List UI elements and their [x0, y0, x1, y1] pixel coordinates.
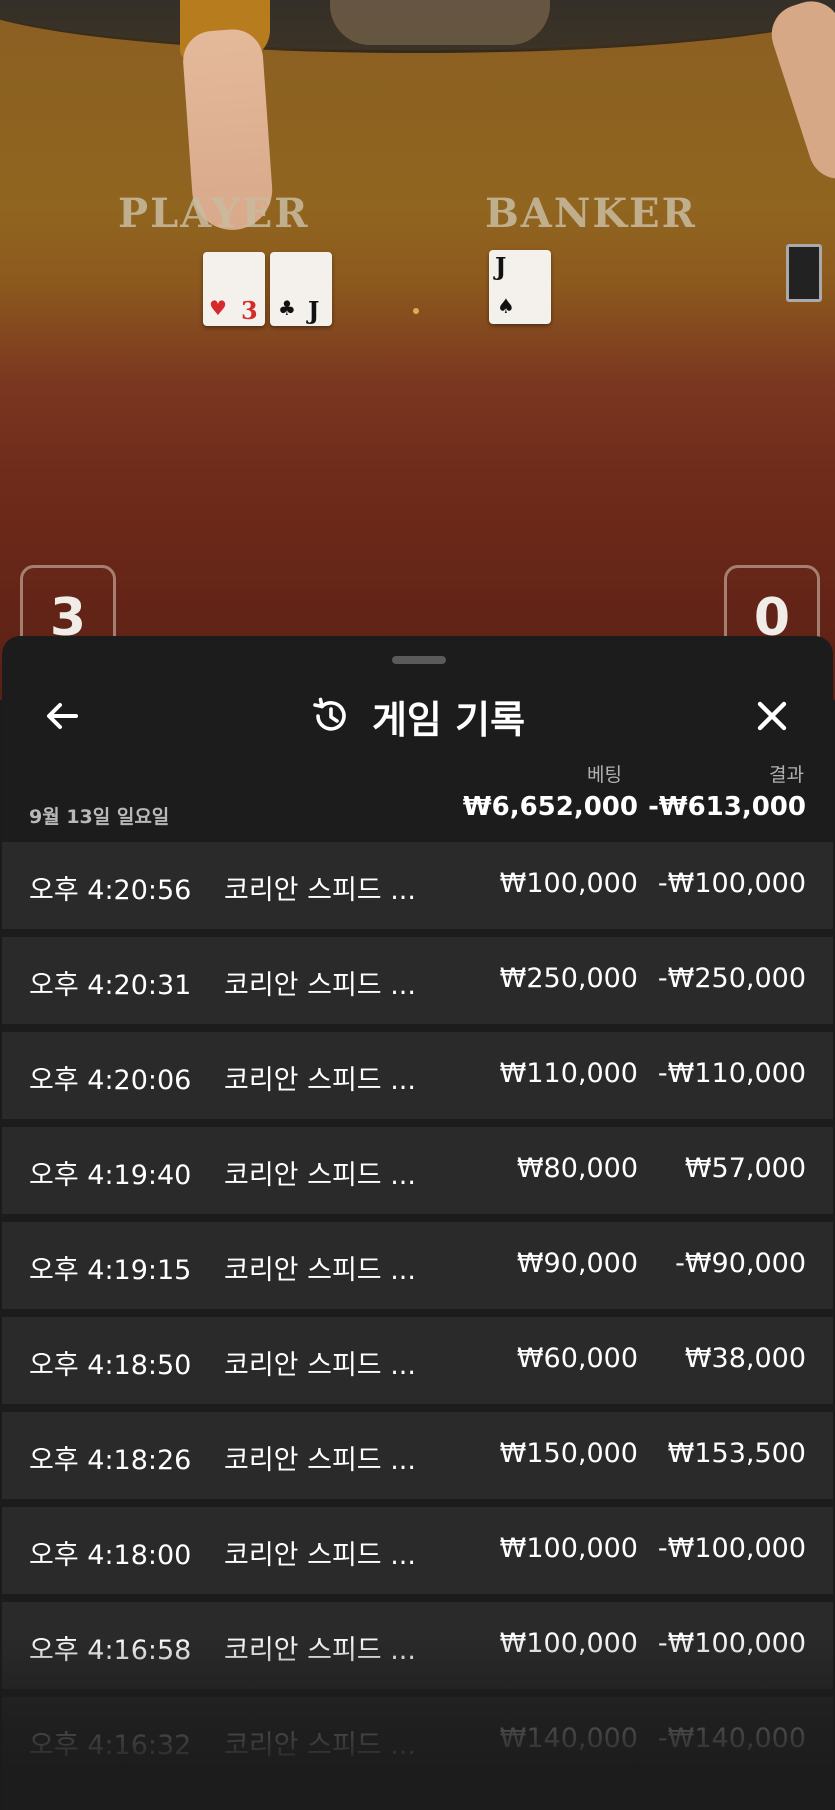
- row-game: 코리안 스피드 ...: [224, 1540, 416, 1571]
- row-result: -₩90,000: [675, 1248, 806, 1279]
- club-suit-icon: ♣: [278, 296, 296, 320]
- row-time: 오후 4:18:26: [29, 1445, 192, 1476]
- row-bet: ₩110,000: [499, 1058, 638, 1089]
- banker-card-1: J ♠: [489, 250, 551, 324]
- history-row[interactable]: 오후 4:19:40 코리안 스피드 ... ₩80,000 ₩57,000: [2, 1127, 833, 1214]
- row-result: -₩140,000: [657, 1723, 806, 1754]
- history-list: 오후 4:20:56 코리안 스피드 ... ₩100,000 -₩100,00…: [2, 842, 833, 1792]
- table-marker: [413, 308, 419, 314]
- history-row[interactable]: 오후 4:18:00 코리안 스피드 ... ₩100,000 -₩100,00…: [2, 1507, 833, 1594]
- live-table-view: PLAYER BANKER 3 ♥ J ♣ J ♠ 3 0: [0, 0, 835, 700]
- history-row[interactable]: 오후 4:16:32 코리안 스피드 ... ₩140,000 -₩140,00…: [2, 1697, 833, 1784]
- row-result: ₩57,000: [684, 1153, 806, 1184]
- history-row[interactable]: 오후 4:20:56 코리안 스피드 ... ₩100,000 -₩100,00…: [2, 842, 833, 929]
- row-game: 코리안 스피드 ...: [224, 1350, 416, 1381]
- row-game: 코리안 스피드 ...: [224, 1445, 416, 1476]
- player-card-2: J ♣: [270, 252, 332, 326]
- row-result: -₩250,000: [657, 963, 806, 994]
- heart-suit-icon: ♥: [209, 296, 227, 320]
- title-group: 게임 기록: [2, 676, 833, 756]
- dealer-right-arm: [763, 0, 835, 187]
- history-row[interactable]: 오후 4:19:15 코리안 스피드 ... ₩90,000 -₩90,000: [2, 1222, 833, 1309]
- result-column-header: 결과: [769, 764, 804, 786]
- row-bet: ₩100,000: [499, 868, 638, 899]
- row-bet: ₩100,000: [499, 1628, 638, 1659]
- row-time: 오후 4:19:15: [29, 1255, 192, 1286]
- total-result: -₩613,000: [648, 792, 806, 822]
- row-bet: ₩250,000: [499, 963, 638, 994]
- history-row[interactable]: 오후 4:18:26 코리안 스피드 ... ₩150,000 ₩153,500: [2, 1412, 833, 1499]
- card-rank: 3: [241, 296, 258, 325]
- row-result: -₩100,000: [657, 868, 806, 899]
- row-result: ₩38,000: [684, 1343, 806, 1374]
- row-game: 코리안 스피드 ...: [224, 1730, 416, 1761]
- spade-suit-icon: ♠: [497, 294, 515, 318]
- row-result: -₩100,000: [657, 1628, 806, 1659]
- card-shoe: [786, 244, 822, 302]
- row-game: 코리안 스피드 ...: [224, 970, 416, 1001]
- card-rank: J: [495, 252, 507, 281]
- history-row[interactable]: 오후 4:20:06 코리안 스피드 ... ₩110,000 -₩110,00…: [2, 1032, 833, 1119]
- close-button[interactable]: [742, 686, 802, 746]
- row-bet: ₩100,000: [499, 1533, 638, 1564]
- total-bet: ₩6,652,000: [462, 792, 638, 822]
- row-game: 코리안 스피드 ...: [224, 1255, 416, 1286]
- row-time: 오후 4:19:40: [29, 1160, 192, 1191]
- row-bet: ₩90,000: [516, 1248, 638, 1279]
- row-result: -₩110,000: [657, 1058, 806, 1089]
- history-row[interactable]: 오후 4:18:50 코리안 스피드 ... ₩60,000 ₩38,000: [2, 1317, 833, 1404]
- row-bet: ₩150,000: [499, 1438, 638, 1469]
- row-result: ₩153,500: [667, 1438, 806, 1469]
- row-time: 오후 4:20:06: [29, 1065, 192, 1096]
- bet-column-header: 베팅: [587, 764, 622, 786]
- history-row[interactable]: 오후 4:20:31 코리안 스피드 ... ₩250,000 -₩250,00…: [2, 937, 833, 1024]
- player-card-1: 3 ♥: [203, 252, 265, 326]
- game-history-sheet: 게임 기록 베팅 결과 9월 13일 일요일 ₩6,652,000 -₩613,…: [2, 636, 833, 1810]
- row-time: 오후 4:20:56: [29, 875, 192, 906]
- dealer-body: [330, 0, 550, 45]
- banker-zone-label: BANKER: [485, 190, 697, 237]
- history-row[interactable]: 오후 4:16:58 코리안 스피드 ... ₩100,000 -₩100,00…: [2, 1602, 833, 1689]
- row-game: 코리안 스피드 ...: [224, 1160, 416, 1191]
- page-title: 게임 기록: [371, 697, 526, 742]
- row-bet: ₩60,000: [516, 1343, 638, 1374]
- row-game: 코리안 스피드 ...: [224, 1635, 416, 1666]
- row-game: 코리안 스피드 ...: [224, 875, 416, 906]
- row-time: 오후 4:18:00: [29, 1540, 192, 1571]
- summary-date: 9월 13일 일요일: [29, 806, 170, 828]
- history-clock-icon: [313, 697, 346, 731]
- row-time: 오후 4:16:58: [29, 1635, 192, 1666]
- player-zone-label: PLAYER: [118, 190, 310, 237]
- drag-handle[interactable]: [392, 656, 446, 664]
- sheet-header: 게임 기록: [2, 676, 833, 756]
- row-time: 오후 4:16:32: [29, 1730, 192, 1761]
- row-bet: ₩80,000: [516, 1153, 638, 1184]
- row-game: 코리안 스피드 ...: [224, 1065, 416, 1096]
- card-rank: J: [308, 296, 320, 325]
- close-icon: [757, 701, 787, 731]
- row-result: -₩100,000: [657, 1533, 806, 1564]
- row-bet: ₩140,000: [499, 1723, 638, 1754]
- row-time: 오후 4:20:31: [29, 970, 192, 1001]
- row-time: 오후 4:18:50: [29, 1350, 192, 1381]
